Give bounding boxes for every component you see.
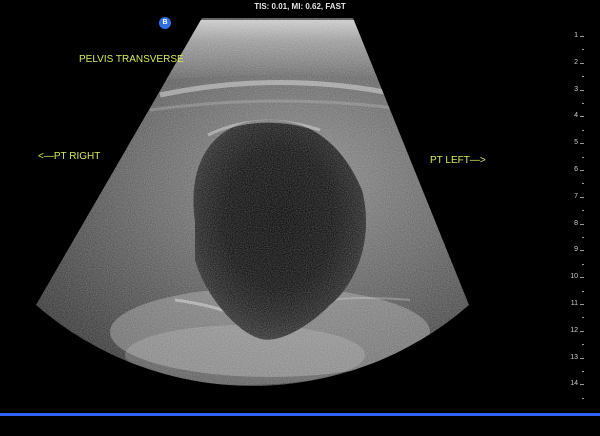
depth-tick bbox=[580, 223, 584, 225]
depth-label: 3 bbox=[574, 85, 578, 93]
depth-label: 7 bbox=[574, 192, 578, 200]
depth-scale: 1 2 3 4 5 6 7 8 9 10 11 12 13 14 bbox=[560, 0, 600, 436]
depth-tick bbox=[580, 36, 584, 37]
depth-label: 5 bbox=[574, 139, 578, 147]
depth-label: 2 bbox=[574, 58, 578, 66]
depth-tick bbox=[580, 116, 584, 118]
depth-label: 12 bbox=[570, 326, 578, 334]
depth-minor-tick bbox=[582, 183, 584, 185]
depth-label: 6 bbox=[574, 166, 578, 173]
depth-label: 8 bbox=[574, 219, 578, 227]
depth-label: 10 bbox=[570, 273, 578, 281]
depth-minor-tick bbox=[582, 76, 584, 78]
depth-tick bbox=[580, 304, 584, 305]
depth-minor-tick bbox=[582, 317, 584, 319]
depth-label: 13 bbox=[570, 353, 578, 361]
view-label: PELVIS TRANSVERSE bbox=[79, 54, 184, 65]
depth-minor-tick bbox=[582, 49, 584, 51]
depth-tick bbox=[580, 143, 584, 145]
depth-minor-tick bbox=[582, 290, 584, 292]
depth-tick bbox=[580, 196, 584, 198]
depth-tick bbox=[580, 277, 584, 279]
depth-minor-tick bbox=[582, 156, 584, 158]
depth-minor-tick bbox=[582, 103, 584, 104]
scan-baseline-line bbox=[0, 413, 600, 416]
depth-tick bbox=[580, 89, 584, 91]
depth-minor-tick bbox=[582, 237, 584, 238]
patient-left-label: PT LEFT—> bbox=[430, 155, 486, 166]
depth-label: 9 bbox=[574, 246, 578, 254]
depth-tick bbox=[580, 62, 584, 64]
depth-tick bbox=[580, 330, 584, 332]
depth-tick bbox=[580, 170, 584, 171]
depth-tick bbox=[580, 357, 584, 359]
depth-label: 11 bbox=[570, 300, 578, 307]
patient-right-label: <—PT RIGHT bbox=[38, 151, 101, 162]
depth-tick bbox=[580, 384, 584, 386]
depth-minor-tick bbox=[582, 344, 584, 346]
depth-label: 1 bbox=[574, 32, 578, 39]
depth-minor-tick bbox=[582, 371, 584, 372]
depth-minor-tick bbox=[582, 397, 584, 399]
depth-label: 14 bbox=[570, 380, 578, 388]
depth-minor-tick bbox=[582, 210, 584, 212]
acoustic-output-readout: TIS: 0.01, MI: 0.62, FAST bbox=[254, 2, 346, 11]
depth-minor-tick bbox=[582, 263, 584, 265]
depth-tick bbox=[580, 250, 584, 252]
depth-minor-tick bbox=[582, 129, 584, 131]
depth-label: 4 bbox=[574, 112, 578, 120]
probe-orientation-marker: B bbox=[159, 17, 171, 29]
